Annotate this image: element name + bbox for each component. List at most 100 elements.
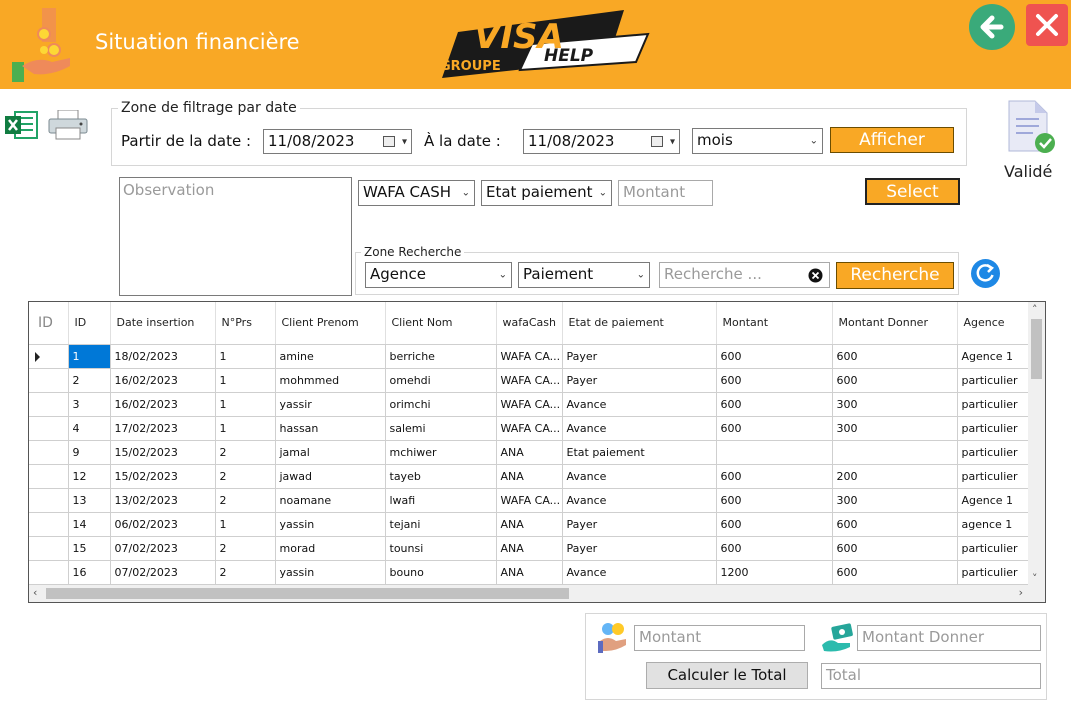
row-header-cell[interactable] xyxy=(29,440,69,465)
table-row[interactable]: 3 16/02/2023 1 yassir orimchi WAFA CA... Avanc… xyxy=(29,392,1030,417)
table-cell[interactable]: 300 xyxy=(832,416,958,441)
column-header[interactable]: Client Nom xyxy=(385,302,497,345)
table-cell[interactable]: 300 xyxy=(832,392,958,417)
row-header-cell[interactable] xyxy=(29,488,69,513)
table-cell[interactable]: 1 xyxy=(68,344,111,369)
to-date-picker[interactable]: 11/08/2023 ▾ xyxy=(523,129,680,154)
table-cell[interactable]: Agence 1 xyxy=(957,488,1030,513)
table-cell[interactable]: 17/02/2023 xyxy=(110,416,216,441)
row-header-cell[interactable] xyxy=(29,392,69,417)
table-cell[interactable]: ANA xyxy=(496,464,563,489)
table-cell[interactable]: 600 xyxy=(716,464,833,489)
column-header[interactable]: Date insertion xyxy=(110,302,216,345)
table-cell[interactable]: ANA xyxy=(496,560,563,585)
table-cell[interactable]: 14 xyxy=(68,512,111,537)
row-header-cell[interactable] xyxy=(29,512,69,537)
table-cell[interactable]: 13 xyxy=(68,488,111,513)
amount-filter-input[interactable]: Montant xyxy=(618,180,713,206)
row-header-cell[interactable] xyxy=(29,560,69,585)
table-cell[interactable]: WAFA CA... xyxy=(496,488,563,513)
column-header[interactable]: Montant xyxy=(716,302,833,345)
table-cell[interactable]: mohmmed xyxy=(275,368,386,393)
printer-icon[interactable] xyxy=(48,110,88,140)
table-cell[interactable]: 13/02/2023 xyxy=(110,488,216,513)
scroll-right-icon[interactable]: › xyxy=(1019,586,1023,599)
horizontal-scroll-thumb[interactable] xyxy=(46,588,569,599)
table-cell[interactable]: Payer xyxy=(562,368,717,393)
table-cell[interactable]: 4 xyxy=(68,416,111,441)
table-cell[interactable]: jamal xyxy=(275,440,386,465)
table-cell[interactable]: tounsi xyxy=(385,536,497,561)
table-cell[interactable]: 2 xyxy=(215,536,276,561)
row-header-cell[interactable] xyxy=(29,536,69,561)
payment-state-select[interactable]: Etat paiement ⌄ xyxy=(481,180,612,206)
table-cell[interactable] xyxy=(716,440,833,465)
table-cell[interactable]: 600 xyxy=(716,368,833,393)
table-cell[interactable]: WAFA CA... xyxy=(496,416,563,441)
table-cell[interactable]: Avance xyxy=(562,392,717,417)
scroll-down-icon[interactable]: ˅ xyxy=(1032,572,1038,585)
column-header[interactable]: Etat de paiement xyxy=(562,302,717,345)
column-header[interactable]: ID xyxy=(68,302,111,345)
table-cell[interactable]: Etat paiement xyxy=(562,440,717,465)
table-cell[interactable]: 600 xyxy=(832,344,958,369)
row-header-cell[interactable] xyxy=(29,368,69,393)
table-cell[interactable]: 600 xyxy=(832,560,958,585)
column-header[interactable]: N°Prs xyxy=(215,302,276,345)
table-cell[interactable]: 1 xyxy=(215,512,276,537)
validated-document-icon[interactable] xyxy=(1005,99,1055,155)
scroll-up-icon[interactable]: ˄ xyxy=(1032,303,1038,316)
table-cell[interactable]: yassir xyxy=(275,392,386,417)
total-given-input[interactable]: Montant Donner xyxy=(857,625,1041,651)
vertical-scroll-thumb[interactable] xyxy=(1031,319,1042,379)
from-date-picker[interactable]: 11/08/2023 ▾ xyxy=(263,129,412,154)
table-cell[interactable]: 600 xyxy=(832,512,958,537)
table-row[interactable]: 12 15/02/2023 2 jawad tayeb ANA Avance 600 200 pa… xyxy=(29,464,1030,489)
clear-search-icon[interactable] xyxy=(808,268,823,283)
table-cell[interactable] xyxy=(832,440,958,465)
table-row[interactable]: 9 15/02/2023 2 jamal mchiwer ANA Etat paiement… xyxy=(29,440,1030,465)
table-cell[interactable]: 600 xyxy=(716,536,833,561)
table-cell[interactable]: 2 xyxy=(215,464,276,489)
table-cell[interactable]: morad xyxy=(275,536,386,561)
table-row[interactable]: 4 17/02/2023 1 hassan salemi WAFA CA... Avance… xyxy=(29,416,1030,441)
table-cell[interactable]: 1 xyxy=(215,368,276,393)
table-cell[interactable]: 1 xyxy=(215,344,276,369)
row-header-cell[interactable] xyxy=(29,344,69,369)
table-cell[interactable]: Avance xyxy=(562,560,717,585)
table-cell[interactable]: 200 xyxy=(832,464,958,489)
table-cell[interactable]: Avance xyxy=(562,416,717,441)
refresh-icon[interactable] xyxy=(971,259,1000,288)
table-cell[interactable]: orimchi xyxy=(385,392,497,417)
table-cell[interactable]: 2 xyxy=(215,488,276,513)
transactions-grid[interactable]: ID ID Date insertion N°Prs Client Prenom Cli… xyxy=(28,301,1046,603)
table-cell[interactable]: 600 xyxy=(716,488,833,513)
table-cell[interactable]: 600 xyxy=(716,416,833,441)
table-cell[interactable]: 9 xyxy=(68,440,111,465)
table-cell[interactable]: particulier xyxy=(957,464,1030,489)
table-cell[interactable]: 16/02/2023 xyxy=(110,368,216,393)
table-cell[interactable]: 600 xyxy=(716,344,833,369)
table-cell[interactable]: 15/02/2023 xyxy=(110,464,216,489)
table-cell[interactable]: hassan xyxy=(275,416,386,441)
table-cell[interactable]: 2 xyxy=(215,440,276,465)
total-amount-input[interactable]: Montant xyxy=(634,625,805,651)
table-cell[interactable]: bouno xyxy=(385,560,497,585)
payment-select[interactable]: Paiement ⌄ xyxy=(518,262,650,288)
table-cell[interactable]: 16 xyxy=(68,560,111,585)
excel-icon[interactable] xyxy=(5,108,39,142)
show-button[interactable]: Afficher xyxy=(830,127,954,153)
table-cell[interactable]: WAFA CA... xyxy=(496,344,563,369)
table-cell[interactable]: ANA xyxy=(496,440,563,465)
vertical-scrollbar[interactable]: ˄ ˅ xyxy=(1028,302,1045,585)
table-cell[interactable]: 1200 xyxy=(716,560,833,585)
period-select[interactable]: mois ⌄ xyxy=(692,128,823,154)
search-input[interactable]: Recherche ... xyxy=(659,262,830,288)
table-cell[interactable]: 07/02/2023 xyxy=(110,560,216,585)
column-header[interactable]: Agence xyxy=(957,302,1030,345)
table-cell[interactable]: 15 xyxy=(68,536,111,561)
table-cell[interactable]: 600 xyxy=(832,536,958,561)
table-cell[interactable]: tayeb xyxy=(385,464,497,489)
table-cell[interactable]: Agence 1 xyxy=(957,344,1030,369)
table-cell[interactable]: 15/02/2023 xyxy=(110,440,216,465)
